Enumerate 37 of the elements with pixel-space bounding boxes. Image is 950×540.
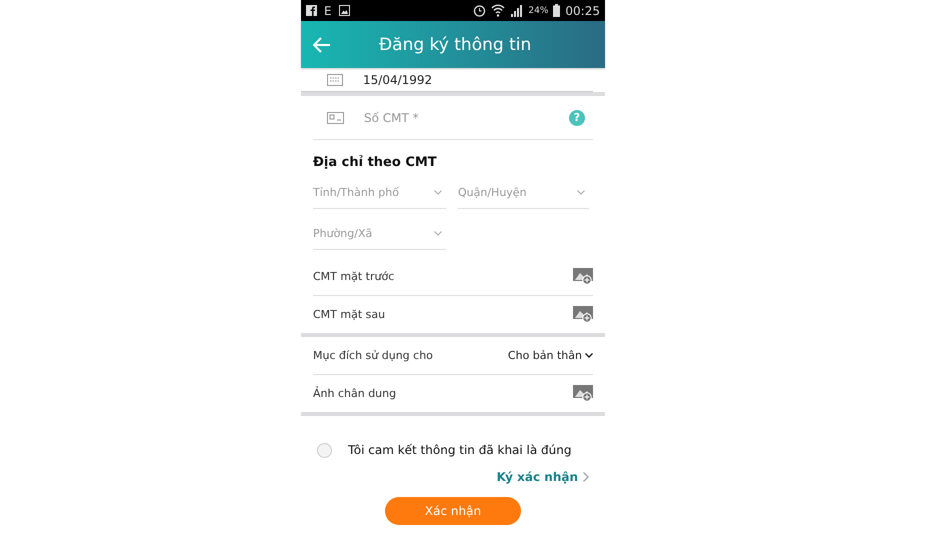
birth-date-value[interactable]: 15/04/1992 — [363, 72, 432, 86]
field-label: CMT mặt sau — [313, 308, 386, 321]
address-dropdown[interactable]: Quận/Huyện — [458, 176, 589, 209]
field-label: Ảnh chân dung — [313, 387, 396, 400]
calendar-icon — [327, 74, 343, 86]
chevron-down-icon — [434, 230, 442, 236]
clock: 00:25 — [565, 4, 600, 18]
chevron-down-icon — [434, 190, 442, 194]
battery-icon — [553, 4, 560, 17]
field-label: CMT mặt trước — [313, 270, 394, 283]
confirm-button[interactable]: Xác nhận — [385, 497, 521, 525]
id-card-icon — [327, 112, 344, 124]
chevron-right-icon — [583, 472, 589, 482]
sign-link[interactable]: Ký xác nhận — [496, 470, 578, 484]
chevron-down-icon — [577, 190, 585, 194]
screen-title: Đăng ký thông tin — [379, 34, 532, 54]
help-button[interactable]: ? — [569, 110, 585, 126]
add-photo-icon[interactable] — [573, 306, 593, 323]
purpose-dropdown[interactable]: Cho bản thân — [508, 349, 593, 362]
image-icon — [338, 5, 350, 16]
add-photo-icon[interactable] — [573, 385, 593, 402]
id-number-field[interactable]: Số CMT * — [364, 110, 569, 124]
chevron-down-icon — [585, 353, 593, 358]
wifi-icon — [491, 4, 506, 17]
alarm-icon — [473, 4, 486, 17]
commitment-label: Tôi cam kết thông tin đã khai là đúng — [348, 443, 572, 457]
address-dropdown[interactable]: Tỉnh/Thành phố — [313, 176, 446, 209]
add-photo-icon[interactable] — [573, 268, 593, 285]
section-heading: Địa chỉ theo CMT — [313, 155, 438, 170]
address-dropdown[interactable]: Phường/Xã — [313, 217, 446, 250]
network-type: E — [324, 4, 332, 18]
facebook-icon — [306, 5, 317, 16]
back-arrow-icon[interactable] — [313, 36, 331, 52]
commitment-radio[interactable] — [317, 442, 332, 458]
field-label: Mục đích sử dụng cho — [313, 349, 433, 362]
signal-icon — [510, 4, 524, 17]
battery-percent: 24% — [528, 6, 548, 16]
